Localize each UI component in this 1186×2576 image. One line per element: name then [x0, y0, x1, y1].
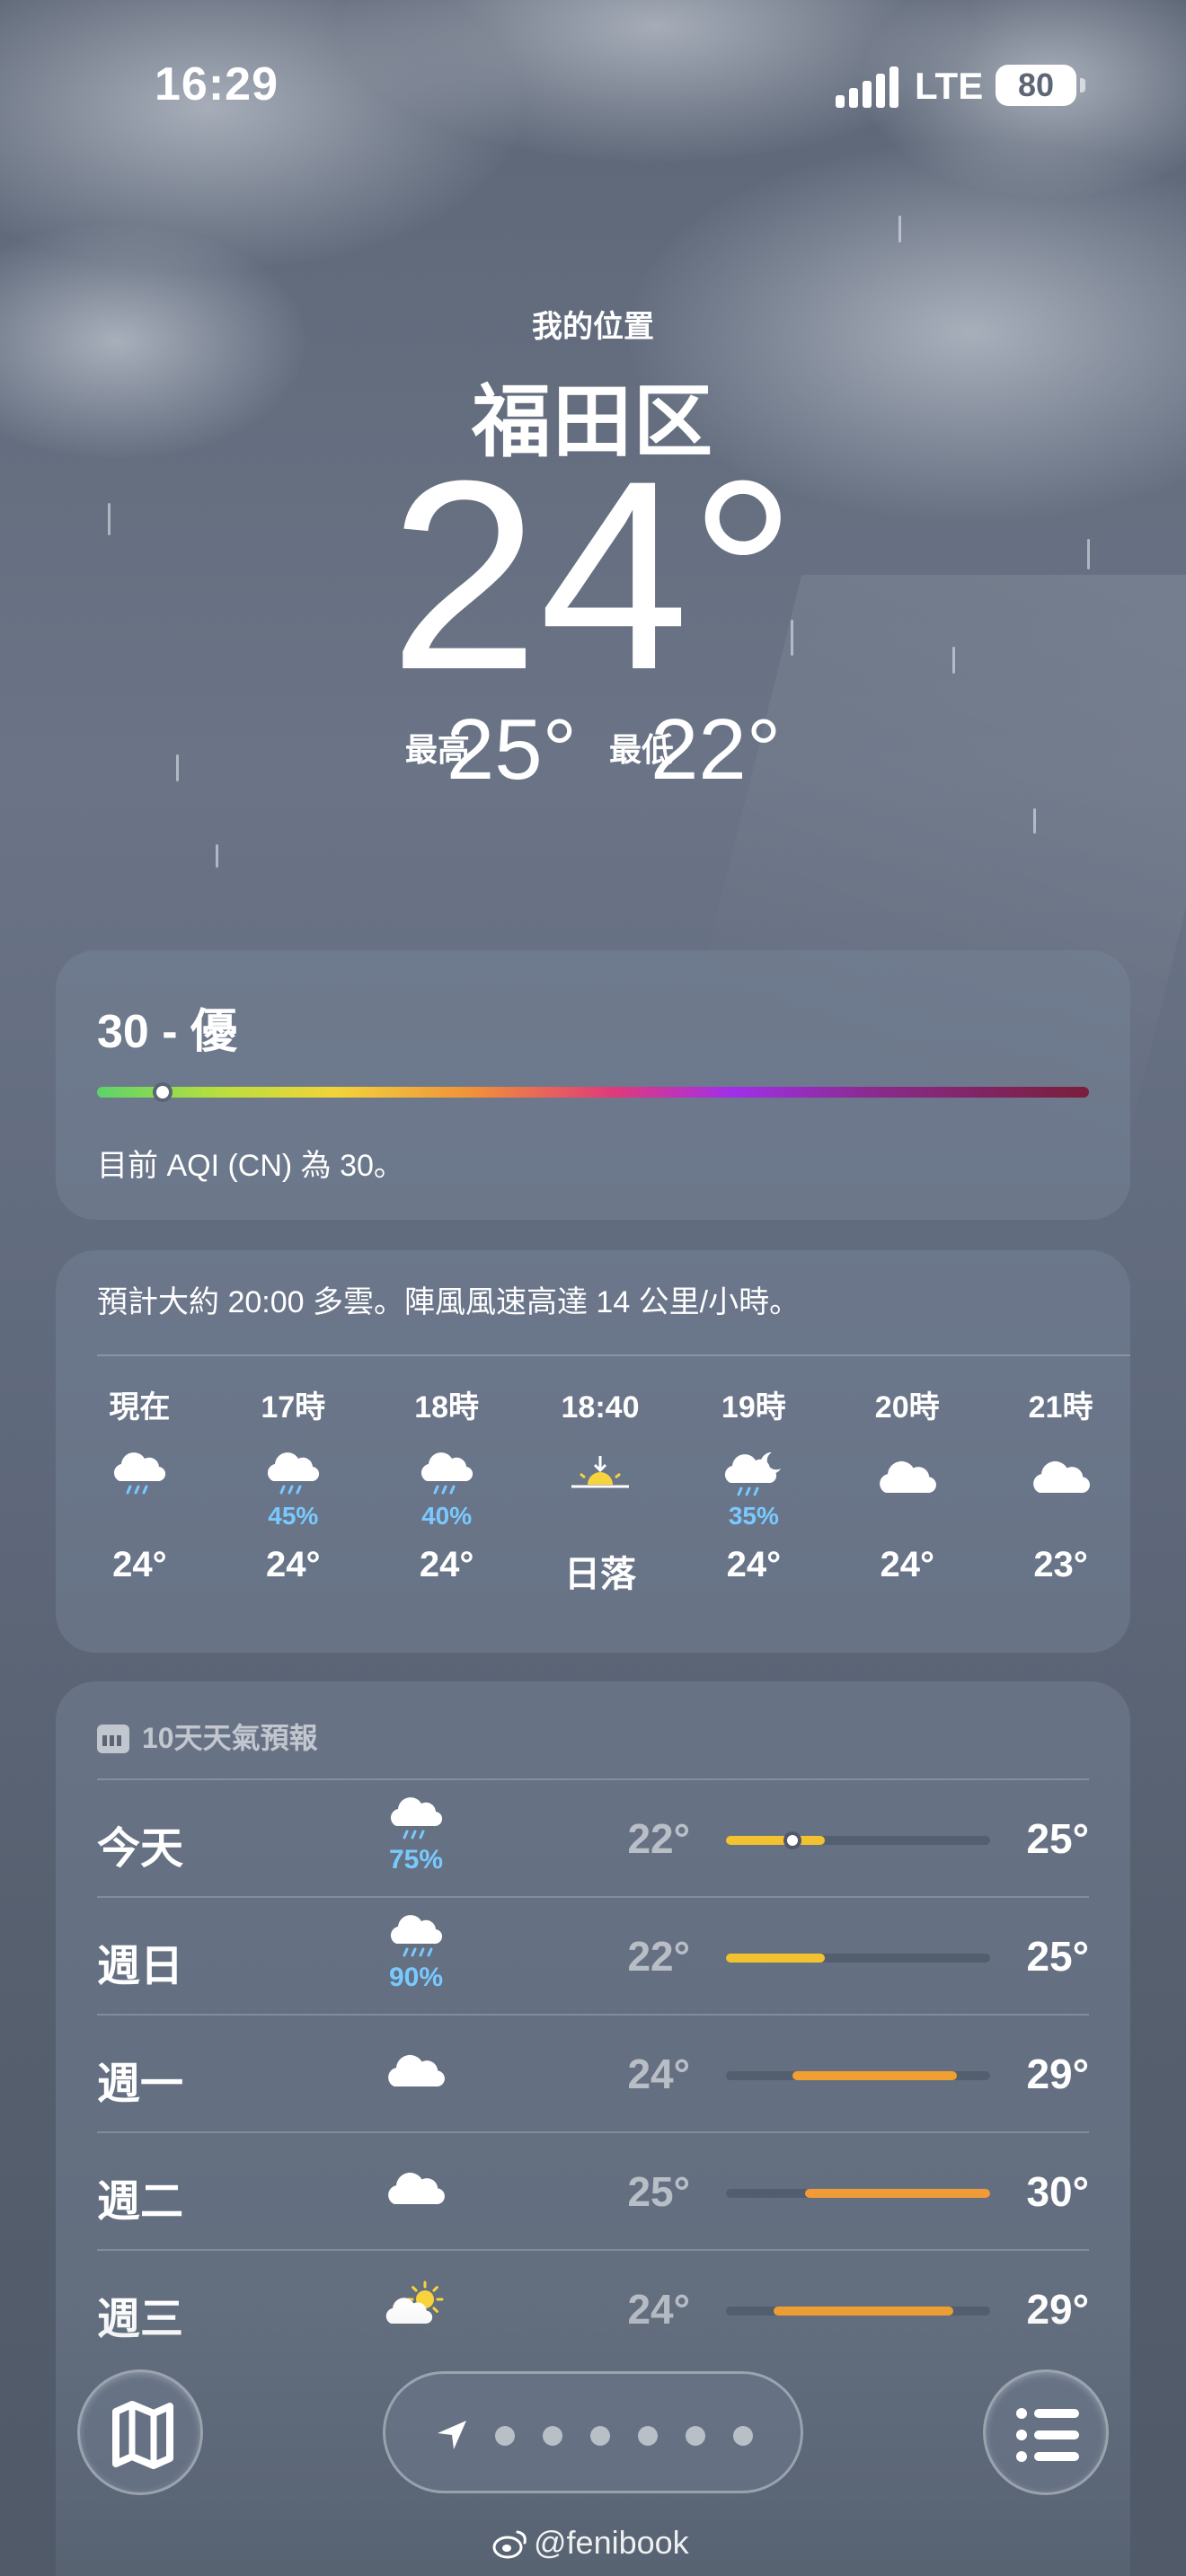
day-row[interactable]: 週日 22° 25° 90%	[97, 1896, 1089, 2013]
ten-day-header: 10天天氣預報	[97, 1716, 318, 1757]
day-precipitation: 90%	[388, 1963, 444, 1992]
weibo-logo-icon	[492, 2530, 527, 2559]
hour-item: 21時 23°	[994, 1385, 1128, 1585]
watermark-text: @fenibook	[534, 2524, 689, 2561]
current-temperature-marker	[783, 1831, 801, 1849]
map-button[interactable]	[77, 2369, 203, 2495]
high-low: 最高25° 最低22°	[0, 701, 1186, 799]
page-dot[interactable]	[543, 2426, 562, 2446]
day-name: 週二	[97, 2178, 184, 2226]
temperature-range-bar	[726, 2189, 990, 2198]
rain-cloud-icon	[72, 1430, 207, 1538]
temperature-range-fill	[805, 2189, 990, 2198]
clock: 16:29	[155, 58, 279, 110]
hour-label: 19時	[721, 1390, 786, 1425]
list-icon	[1016, 2408, 1079, 2462]
page-dot[interactable]	[733, 2426, 753, 2446]
hour-label: 18:40	[561, 1390, 640, 1425]
hour-label: 現在	[109, 1390, 171, 1425]
air-quality-card[interactable]: 30 - 優 目前 AQI (CN) 為 30。	[56, 950, 1130, 1220]
day-row[interactable]: 週一 24° 29°	[97, 2014, 1089, 2130]
hour-item: 18:40 日落	[533, 1385, 668, 1597]
day-high: 30°	[1026, 2168, 1089, 2215]
day-precipitation: 75%	[388, 1845, 444, 1875]
hour-precipitation: 45%	[268, 1502, 319, 1530]
ten-day-title: 10天天氣預報	[142, 1722, 318, 1754]
low-temperature: 22°	[651, 701, 782, 798]
high-temperature: 25°	[446, 701, 577, 798]
day-name: 今天	[97, 1825, 184, 1873]
day-row[interactable]: 今天 22° 25° 75%	[97, 1778, 1089, 1895]
location-arrow-icon	[438, 2421, 466, 2449]
hour-item: 現在 24°	[72, 1385, 207, 1585]
signal-strength-icon	[836, 66, 898, 108]
aqi-marker	[152, 1082, 173, 1102]
hour-precipitation: 40%	[421, 1502, 473, 1530]
hour-label: 18時	[414, 1390, 480, 1425]
page-dot[interactable]	[590, 2426, 610, 2446]
day-low: 22°	[627, 1933, 690, 1980]
day-name: 週一	[97, 2060, 184, 2108]
hour-value: 24°	[880, 1545, 934, 1584]
aqi-scale-bar	[97, 1082, 1089, 1102]
hour-precipitation: 35%	[728, 1502, 779, 1530]
aqi-title: 30 - 優	[97, 1006, 238, 1058]
day-low: 24°	[627, 2051, 690, 2097]
hour-value: 24°	[419, 1545, 474, 1584]
day-high: 25°	[1026, 1815, 1089, 1862]
low-label: 最低	[609, 731, 675, 768]
cloud-icon	[367, 2028, 465, 2118]
hourly-list[interactable]: 現在 24° 17時 45% 24° 18時 40% 24° 18:40 日落 19時 …	[56, 1385, 1130, 1636]
night-rain-icon: 35%	[686, 1430, 821, 1538]
hour-value: 23°	[1033, 1545, 1088, 1584]
hour-value: 日落	[564, 1555, 636, 1594]
temperature-range-fill	[726, 1836, 826, 1845]
day-high: 25°	[1026, 1933, 1089, 1980]
page-dot[interactable]	[638, 2426, 658, 2446]
cloud-icon	[367, 2146, 465, 2236]
temperature-range-bar	[726, 2071, 990, 2080]
city-list-button[interactable]	[983, 2369, 1109, 2495]
hourly-forecast-card[interactable]: 預計大約 20:00 多雲。陣風風速高達 14 公里/小時。 現在 24° 17時…	[56, 1250, 1130, 1653]
day-low: 25°	[627, 2168, 690, 2215]
hour-value: 24°	[112, 1545, 167, 1584]
rain-cloud-icon: 45%	[226, 1430, 360, 1538]
day-high: 29°	[1026, 2051, 1089, 2097]
temperature-range-bar	[726, 1954, 990, 1963]
high-label: 最高	[404, 731, 470, 768]
hour-label: 17時	[261, 1390, 326, 1425]
day-low: 22°	[627, 1815, 690, 1862]
hour-value: 24°	[726, 1545, 782, 1584]
battery-indicator: 80	[996, 65, 1085, 106]
hour-label: 20時	[874, 1390, 940, 1425]
day-row[interactable]: 週二 25° 30°	[97, 2131, 1089, 2248]
location-label: 我的位置	[532, 310, 654, 344]
aqi-description: 目前 AQI (CN) 為 30。	[97, 1149, 404, 1183]
temperature-range-fill	[792, 2071, 958, 2080]
hour-item: 20時 24°	[840, 1385, 975, 1585]
hour-item: 17時 45% 24°	[226, 1385, 360, 1585]
temperature-range-fill	[726, 1954, 826, 1963]
cloud-icon	[994, 1430, 1128, 1538]
temperature-range-bar	[726, 1831, 990, 1849]
hourly-summary: 預計大約 20:00 多雲。陣風風速高達 14 公里/小時。	[97, 1285, 801, 1319]
hour-item: 18時 40% 24°	[379, 1385, 514, 1585]
page-indicator[interactable]	[383, 2371, 803, 2493]
status-bar: 16:29 LTE 80	[0, 0, 1186, 162]
rain-cloud-icon: 40%	[379, 1430, 514, 1538]
current-temperature: 24°	[389, 424, 797, 726]
divider	[97, 1354, 1130, 1356]
watermark: @fenibook	[492, 2524, 689, 2562]
calendar-icon	[97, 1725, 129, 1753]
page-dot[interactable]	[495, 2426, 515, 2446]
page-dot[interactable]	[686, 2426, 705, 2446]
cloud-icon	[840, 1430, 975, 1538]
sunset-icon	[533, 1430, 668, 1538]
map-icon	[112, 2401, 173, 2469]
network-type: LTE	[915, 65, 984, 107]
day-name: 週日	[97, 1943, 184, 1990]
hour-label: 21時	[1028, 1390, 1093, 1425]
hour-item: 19時 35% 24°	[686, 1385, 821, 1585]
hour-value: 24°	[266, 1545, 321, 1584]
